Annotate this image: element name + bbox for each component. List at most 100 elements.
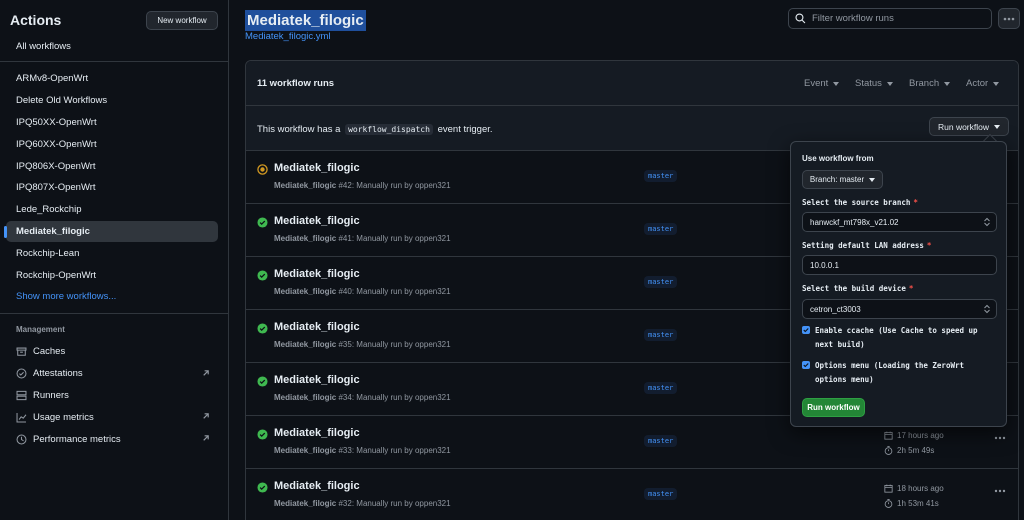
filter-label: Actor [966,78,989,89]
run-meta-text: #34: Manually run by oppen321 [338,393,451,402]
required-mark: * [913,198,918,207]
build-device-select[interactable]: cetron_ct3003 [802,299,997,319]
sidebar-item-lede-rockchip[interactable]: Lede_Rockchip [6,199,218,221]
status-filter[interactable]: Status [855,78,893,89]
branch-badge[interactable]: master [644,435,678,447]
lan-address-input[interactable]: 10.0.0.1 [802,255,997,275]
options-menu-label[interactable]: Options menu (Loading the ZeroWrt option… [815,359,995,387]
more-options-button[interactable] [998,8,1020,29]
all-workflows-link[interactable]: All workflows [16,41,71,52]
run-time-ago: 17 hours ago [884,431,944,440]
run-title[interactable]: Mediatek_filogic [274,480,360,492]
sidebar-item-rockchip-lean[interactable]: Rockchip-Lean [6,242,218,264]
run-title[interactable]: Mediatek_filogic [274,162,360,174]
sidebar-item-usage-metrics[interactable]: Usage metrics [6,406,218,428]
branch-badge[interactable]: master [644,329,678,341]
sidebar-item-ipq60xx-openwrt[interactable]: IPQ60XX-OpenWrt [6,133,218,155]
run-title[interactable]: Mediatek_filogic [274,374,360,386]
source-branch-label: Select the source branch * [802,198,918,207]
run-meta-text: #41: Manually run by oppen321 [338,234,451,243]
run-time-ago: 18 hours ago [884,484,944,493]
sidebar-divider [0,313,229,314]
source-branch-select[interactable]: hanwckf_mt798x_v21.02 [802,212,997,232]
branch-select-label: Branch: master [809,175,865,184]
sidebar-item-ipq806x-openwrt[interactable]: IPQ806X-OpenWrt [6,155,218,177]
sidebar-item-runners[interactable]: Runners [6,385,218,407]
sidebar-item-caches[interactable]: Caches [6,341,218,363]
branch-badge[interactable]: master [644,488,678,500]
external-link-icon [203,413,209,420]
filter-label: Event [804,78,829,89]
branch-badge[interactable]: master [644,223,678,235]
actor-filter[interactable]: Actor [966,78,1000,89]
run-meta: Mediatek_filogic #35: Manually run by op… [274,340,451,349]
run-duration: 1h 53m 41s [884,499,939,508]
filter-box[interactable] [788,8,992,29]
verified-icon [16,368,27,379]
check-circle-icon [257,270,268,281]
run-meta-text: #42: Manually run by oppen321 [338,181,451,190]
run-title[interactable]: Mediatek_filogic [274,268,360,280]
ccache-label[interactable]: Enable ccache (Use Cache to speed up nex… [815,324,995,352]
run-meta: Mediatek_filogic #40: Manually run by op… [274,287,451,296]
run-options-icon[interactable] [994,436,1006,440]
external-link-icon [203,370,209,376]
run-workflow-name: Mediatek_filogic [274,499,337,508]
select-arrows-icon [984,217,990,227]
sidebar-item-ipq807x-openwrt[interactable]: IPQ807X-OpenWrt [6,177,218,199]
select-value: hanwckf_mt798x_v21.02 [810,217,899,227]
run-title[interactable]: Mediatek_filogic [274,215,360,227]
sidebar-item-delete-old-workflows[interactable]: Delete Old Workflows [6,90,218,112]
sidebar-item-mediatek-filogic[interactable]: Mediatek_filogic [4,220,218,243]
run-workflow-button[interactable]: Run workflow [802,398,865,417]
run-workflow-menu-button[interactable]: Run workflow [929,117,1009,136]
check-circle-icon [257,482,268,493]
external-link-icon [203,435,209,441]
management-heading: Management [16,325,65,334]
sidebar-item-ipq50xx-openwrt[interactable]: IPQ50XX-OpenWrt [6,112,218,134]
branch-filter[interactable]: Branch [909,78,951,89]
checkmark-icon [803,363,809,368]
duration-text: 2h 5m 49s [897,446,935,455]
calendar-icon [884,431,893,440]
sidebar-item-label: Runners [33,389,69,401]
run-options-icon[interactable] [994,489,1006,493]
run-title[interactable]: Mediatek_filogic [274,321,360,333]
ccache-checkbox[interactable] [802,326,810,334]
graph-icon [16,412,27,423]
run-workflow-name: Mediatek_filogic [274,287,337,296]
branch-badge[interactable]: master [644,382,678,394]
run-meta-text: #32: Manually run by oppen321 [338,499,451,508]
run-workflow-name: Mediatek_filogic [274,446,337,455]
archive-icon [16,347,27,357]
required-mark: * [908,284,914,293]
pulse-icon [16,434,27,445]
run-meta-text: #40: Manually run by oppen321 [338,287,451,296]
run-meta-text: #35: Manually run by oppen321 [338,340,451,349]
sidebar-item-label: Caches [33,346,66,358]
filter-runs-input[interactable] [812,13,982,24]
filter-label: Status [855,78,882,89]
sidebar-item-performance-metrics[interactable]: Performance metrics [6,428,218,450]
branch-badge[interactable]: master [644,170,678,182]
show-more-workflows-link[interactable]: Show more workflows... [6,286,218,308]
sidebar-item-armv8-openwrt[interactable]: ARMv8-OpenWrt [6,68,218,90]
run-workflow-name: Mediatek_filogic [274,340,337,349]
sidebar-item-attestations[interactable]: Attestations [6,363,218,385]
branch-badge[interactable]: master [644,276,678,288]
run-workflow-name: Mediatek_filogic [274,181,337,190]
label-text: Select the build device [802,284,906,293]
run-title[interactable]: Mediatek_filogic [274,427,360,439]
filter-label: Branch [909,78,940,89]
run-workflow-name: Mediatek_filogic [274,393,337,402]
run-row[interactable]: Mediatek_filogic Mediatek_filogic #32: M… [246,469,1018,520]
event-filter[interactable]: Event [804,78,840,89]
lan-address-label: Setting default LAN address * [802,241,931,250]
options-menu-checkbox[interactable] [802,361,810,369]
select-arrows-icon [984,304,990,314]
sidebar-item-rockchip-openwrt[interactable]: Rockchip-OpenWrt [6,264,218,286]
branch-select-button[interactable]: Branch: master [802,170,883,189]
workflow-file-link[interactable]: Mediatek_filogic.yml [245,31,331,42]
stopwatch-icon [884,499,893,508]
new-workflow-button[interactable]: New workflow [146,11,218,30]
